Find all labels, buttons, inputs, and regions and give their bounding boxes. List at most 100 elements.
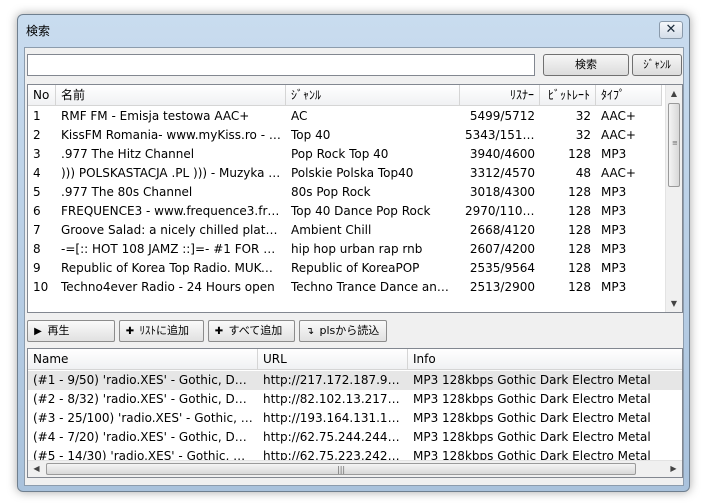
table-row[interactable]: (#3 - 25/100) 'radio.XES' - Gothic, Dark… bbox=[28, 409, 682, 428]
cell-type: MP3 bbox=[601, 280, 627, 294]
cell-name: .977 The Hitz Channel bbox=[61, 147, 195, 161]
column-header-name[interactable]: 名前 bbox=[56, 85, 286, 106]
cell-type: MP3 bbox=[601, 147, 627, 161]
column-header-type[interactable]: ﾀｲﾌﾟ bbox=[596, 85, 662, 106]
cell-type: AAC+ bbox=[601, 128, 636, 142]
table-row[interactable]: 2 KissFM Romania- www.myKiss.ro - AAC+ st… bbox=[28, 126, 662, 145]
cell-type: MP3 bbox=[601, 185, 627, 199]
table-row[interactable]: 1 RMF FM - Emisja testowa AAC+ AC 5499/5712… bbox=[28, 107, 662, 126]
column-header-url[interactable]: URL bbox=[258, 349, 408, 370]
cell-stream-name: (#3 - 25/100) 'radio.XES' - Gothic, Dark… bbox=[33, 411, 258, 425]
table-row[interactable]: 6 FREQUENCE3 - www.frequence3.fr - Hits To… bbox=[28, 202, 662, 221]
add-all-button[interactable]: ✚ すべて追加 bbox=[208, 320, 295, 342]
scroll-down-arrow-icon[interactable]: ▼ bbox=[666, 295, 682, 312]
cell-no: 8 bbox=[33, 242, 41, 256]
cell-type: MP3 bbox=[601, 261, 627, 275]
genre-button[interactable]: ｼﾞｬﾝﾙ bbox=[632, 54, 682, 76]
cell-url: http://217.172.187.9:8000 bbox=[263, 373, 408, 387]
table-row[interactable]: 10 Techno4ever Radio - 24 Hours open Techn… bbox=[28, 278, 662, 297]
cell-listeners: 2970/11050 bbox=[465, 204, 538, 218]
cell-no: 4 bbox=[33, 166, 41, 180]
load-pls-button[interactable]: ↴ plsから読込 bbox=[299, 320, 387, 342]
column-header-bitrate[interactable]: ﾋﾞｯﾄﾚｰﾄ bbox=[540, 85, 596, 106]
cell-url: http://82.102.13.217:8000 bbox=[263, 392, 408, 406]
close-button[interactable]: ✕ bbox=[659, 21, 683, 39]
cell-no: 9 bbox=[33, 261, 41, 275]
cell-bitrate: 32 bbox=[575, 128, 591, 142]
table-row[interactable]: 7 Groove Salad: a nicely chilled plate of… bbox=[28, 221, 662, 240]
cell-listeners: 3940/4600 bbox=[469, 147, 535, 161]
play-button[interactable]: ▶ 再生 bbox=[27, 320, 115, 342]
stream-rows: (#1 - 9/50) 'radio.XES' - Gothic, Dark E… bbox=[28, 371, 682, 466]
load-pls-label: plsから読込 bbox=[319, 324, 380, 337]
add-to-list-button[interactable]: ✚ ﾘｽﾄに追加 bbox=[119, 320, 204, 342]
station-list-header: No 名前 ｼﾞｬﾝﾙ ﾘｽﾅｰ ﾋﾞｯﾄﾚｰﾄ ﾀｲﾌﾟ bbox=[28, 85, 662, 106]
table-row[interactable]: 5 .977 The 80s Channel 80s Pop Rock 3018/43… bbox=[28, 183, 662, 202]
add-to-list-label: ﾘｽﾄに追加 bbox=[139, 324, 190, 337]
table-row[interactable]: (#2 - 8/32) 'radio.XES' - Gothic, Dark E… bbox=[28, 390, 682, 409]
cell-bitrate: 128 bbox=[568, 280, 591, 294]
column-header-no[interactable]: No bbox=[28, 85, 56, 106]
cell-genre: Top 40 bbox=[291, 128, 331, 142]
cell-name: ))) POLSKASTACJA .PL ))) - Muzyka Polska bbox=[61, 166, 286, 180]
stream-list-header: Name URL Info bbox=[28, 349, 682, 370]
cell-listeners: 5343/15121 bbox=[465, 128, 538, 142]
cell-bitrate: 32 bbox=[575, 109, 591, 123]
cell-name: KissFM Romania- www.myKiss.ro - AAC+ str… bbox=[61, 128, 286, 142]
cell-listeners: 3018/4300 bbox=[469, 185, 535, 199]
play-label: 再生 bbox=[47, 324, 70, 337]
station-list-scrollbar[interactable]: ▲ ≡ ▼ bbox=[665, 85, 682, 312]
scroll-left-arrow-icon[interactable]: ◀ bbox=[28, 461, 45, 477]
cell-type: MP3 bbox=[601, 204, 627, 218]
cell-no: 2 bbox=[33, 128, 41, 142]
plus-icon: ✚ bbox=[214, 326, 224, 337]
stream-list-hscrollbar[interactable]: ◀ ||| ▶ bbox=[28, 460, 682, 477]
cell-bitrate: 48 bbox=[575, 166, 591, 180]
cell-name: Techno4ever Radio - 24 Hours open bbox=[61, 280, 275, 294]
cell-name: RMF FM - Emisja testowa AAC+ bbox=[61, 109, 250, 123]
cell-type: AAC+ bbox=[601, 109, 636, 123]
cell-bitrate: 128 bbox=[568, 204, 591, 218]
table-row[interactable]: 8 -=[:: HOT 108 JAMZ ::]=- #1 FOR HIP HOP… bbox=[28, 240, 662, 259]
table-row[interactable]: 3 .977 The Hitz Channel Pop Rock Top 40 394… bbox=[28, 145, 662, 164]
title-bar[interactable]: 検索 ✕ bbox=[18, 15, 689, 45]
cell-type: AAC+ bbox=[601, 166, 636, 180]
cell-no: 7 bbox=[33, 223, 41, 237]
stream-list[interactable]: Name URL Info (#1 - 9/50) 'radio.XES' - … bbox=[27, 348, 683, 478]
cell-genre: AC bbox=[291, 109, 308, 123]
cell-info: MP3 128kbps Gothic Dark Electro Metal bbox=[413, 392, 651, 406]
search-input[interactable] bbox=[27, 54, 535, 76]
column-header-listeners[interactable]: ﾘｽﾅｰ bbox=[460, 85, 540, 106]
cell-genre: Top 40 Dance Pop Rock bbox=[291, 204, 431, 218]
play-icon: ▶ bbox=[34, 326, 42, 337]
load-arrow-icon: ↴ bbox=[305, 326, 315, 337]
scroll-right-arrow-icon[interactable]: ▶ bbox=[665, 461, 682, 477]
cell-genre: Pop Rock Top 40 bbox=[291, 147, 389, 161]
column-header-genre[interactable]: ｼﾞｬﾝﾙ bbox=[286, 85, 460, 106]
search-button[interactable]: 検索 bbox=[543, 54, 629, 76]
cell-genre: Polskie Polska Top40 bbox=[291, 166, 414, 180]
cell-info: MP3 128kbps Gothic Dark Electro Metal bbox=[413, 430, 651, 444]
cell-listeners: 2535/9564 bbox=[469, 261, 535, 275]
table-row[interactable]: 4 ))) POLSKASTACJA .PL ))) - Muzyka Polsk… bbox=[28, 164, 662, 183]
column-header-stream-name[interactable]: Name bbox=[28, 349, 258, 370]
cell-type: MP3 bbox=[601, 242, 627, 256]
scroll-up-arrow-icon[interactable]: ▲ bbox=[666, 85, 682, 102]
station-list[interactable]: No 名前 ｼﾞｬﾝﾙ ﾘｽﾅｰ ﾋﾞｯﾄﾚｰﾄ ﾀｲﾌﾟ 1 RMF FM - … bbox=[27, 84, 683, 313]
cell-listeners: 2607/4200 bbox=[469, 242, 535, 256]
cell-stream-name: (#2 - 8/32) 'radio.XES' - Gothic, Dark E… bbox=[33, 392, 258, 406]
scroll-thumb[interactable]: ≡ bbox=[668, 103, 680, 187]
table-row[interactable]: 9 Republic of Korea Top Radio. MUKO.KR Rep… bbox=[28, 259, 662, 278]
cell-type: MP3 bbox=[601, 223, 627, 237]
cell-name: -=[:: HOT 108 JAMZ ::]=- #1 FOR HIP HOP bbox=[61, 242, 286, 256]
cell-bitrate: 128 bbox=[568, 147, 591, 161]
column-header-info[interactable]: Info bbox=[408, 349, 682, 370]
cell-no: 3 bbox=[33, 147, 41, 161]
hscroll-thumb[interactable]: ||| bbox=[46, 463, 636, 475]
cell-genre: Techno Trance Dance and more bbox=[291, 280, 460, 294]
table-row[interactable]: (#1 - 9/50) 'radio.XES' - Gothic, Dark E… bbox=[28, 371, 682, 390]
cell-url: http://193.164.131.130:8000 bbox=[263, 411, 408, 425]
table-row[interactable]: (#4 - 7/20) 'radio.XES' - Gothic, Dark E… bbox=[28, 428, 682, 447]
cell-bitrate: 128 bbox=[568, 261, 591, 275]
close-icon: ✕ bbox=[665, 22, 677, 37]
